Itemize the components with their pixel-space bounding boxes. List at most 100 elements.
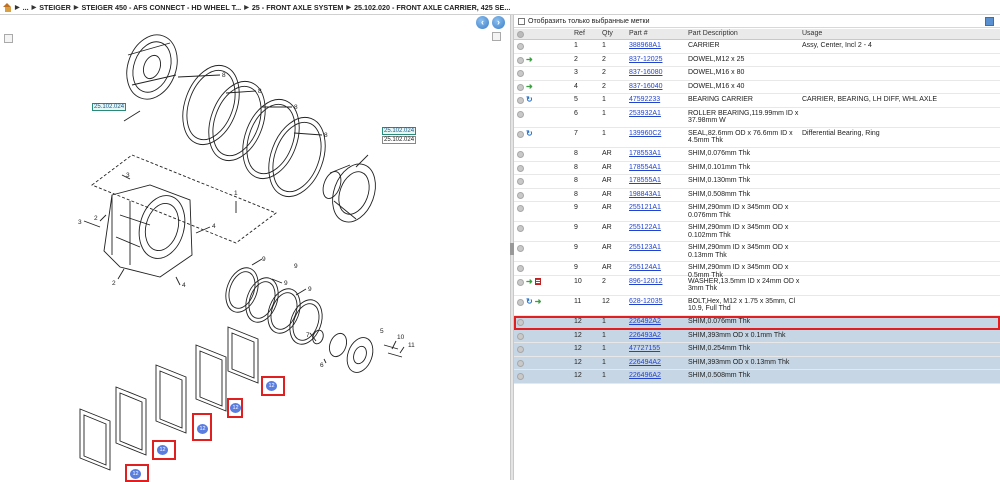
part-number-link[interactable]: 178555A1	[629, 177, 661, 184]
replacement-arrow-icon[interactable]: ➜	[526, 82, 533, 91]
add-to-cart-toggle[interactable]	[517, 191, 524, 199]
add-to-cart-toggle[interactable]	[517, 359, 524, 367]
callout-12-highlight[interactable]: 12	[192, 413, 212, 441]
table-row[interactable]: 8 AR 178553A1 SHIM,0.076mm Thk	[514, 148, 1000, 162]
table-row[interactable]: 8 AR 198843A1 SHIM,0.508mm Thk	[514, 189, 1000, 203]
document-icon[interactable]	[534, 278, 541, 286]
breadcrumb-item[interactable]: 25.102.020 - FRONT AXLE CARRIER, 425 SE.…	[354, 3, 510, 12]
add-to-cart-toggle[interactable]	[517, 178, 524, 186]
table-row[interactable]: 8 AR 178555A1 SHIM,0.130mm Thk	[514, 175, 1000, 189]
add-to-cart-toggle[interactable]	[517, 97, 524, 105]
table-row[interactable]: ↻ 7 1 139960C2 SEAL,82.6mm OD x 76.6mm ID x …	[514, 128, 1000, 148]
breadcrumb-item[interactable]: STEIGER	[39, 3, 71, 12]
add-to-cart-toggle[interactable]	[517, 346, 524, 354]
add-to-cart-toggle[interactable]	[517, 225, 524, 233]
part-number-link[interactable]: 226492A2	[629, 318, 661, 325]
replacement-arrow-icon[interactable]: ➜	[535, 297, 542, 306]
part-number-link[interactable]: 178553A1	[629, 150, 661, 157]
table-row[interactable]: 12 1 226496A2 SHIM,0.508mm Thk	[514, 370, 1000, 384]
part-number-link[interactable]: 255124A1	[629, 264, 661, 271]
replacement-arrow-icon[interactable]: ➜	[526, 55, 533, 64]
part-number-link[interactable]: 837-12025	[629, 56, 662, 63]
table-row[interactable]: ➜ 2 2 837-12025 DOWEL,M12 x 25	[514, 54, 1000, 68]
part-number-link[interactable]: 47727155	[629, 345, 660, 352]
part-number-link[interactable]: 255121A1	[629, 204, 661, 211]
part-number-link[interactable]: 226494A2	[629, 359, 661, 366]
part-number-link[interactable]: 139960C2	[629, 130, 661, 137]
return-arrow-icon[interactable]: ↻	[526, 129, 533, 138]
col-header-part[interactable]: Part #	[629, 29, 688, 37]
add-to-cart-toggle[interactable]	[517, 332, 524, 340]
table-row[interactable]: ➜ 4 2 837-16040 DOWEL,M16 x 40	[514, 81, 1000, 95]
cell-usage	[802, 67, 1000, 69]
col-header-ref[interactable]: Ref	[574, 29, 602, 37]
cell-ref: 12	[574, 372, 582, 380]
add-to-cart-toggle[interactable]	[517, 318, 524, 326]
sub-assembly-link[interactable]: 25.102.024	[382, 127, 417, 135]
table-row[interactable]: 9 AR 255122A1 SHIM,290mm ID x 345mm OD x 0.…	[514, 222, 1000, 243]
table-row[interactable]: 9 AR 255124A1 SHIM,290mm ID x 345mm OD x 0.…	[514, 262, 1000, 279]
part-number-link[interactable]: 628-12035	[629, 298, 662, 305]
breadcrumb-item[interactable]: STEIGER 450 - AFS CONNECT - HD WHEEL T..…	[81, 3, 241, 12]
part-number-link[interactable]: 837-16040	[629, 83, 662, 90]
add-to-cart-toggle[interactable]	[517, 205, 524, 213]
add-to-cart-toggle[interactable]	[517, 245, 524, 253]
add-to-cart-toggle[interactable]	[517, 130, 524, 138]
table-row[interactable]: 8 AR 178554A1 SHIM,0.101mm Thk	[514, 162, 1000, 176]
table-row[interactable]: 6 1 253932A1 ROLLER BEARING,119.99mm ID x 3…	[514, 108, 1000, 128]
add-to-cart-toggle[interactable]	[517, 164, 524, 172]
table-row[interactable]: 12 1 226492A2 SHIM,0.076mm Thk	[514, 315, 1000, 330]
part-number-link[interactable]: 178554A1	[629, 164, 661, 171]
callout-12-highlight[interactable]: 12	[261, 376, 285, 396]
cell-qty: 1	[602, 129, 606, 137]
return-arrow-icon[interactable]: ↻	[526, 297, 533, 306]
add-to-cart-toggle[interactable]	[517, 70, 524, 78]
table-row[interactable]: 12 1 47727155 SHIM,0.254mm Thk	[514, 343, 1000, 357]
select-all-toggle[interactable]	[517, 31, 524, 38]
table-row[interactable]: 12 1 226494A2 SHIM,393mm OD x 0.13mm Thk	[514, 356, 1000, 371]
add-to-cart-toggle[interactable]	[517, 110, 524, 118]
col-header-desc[interactable]: Part Description	[688, 29, 802, 38]
part-number-link[interactable]: 388968A1	[629, 42, 661, 49]
table-row[interactable]: 9 AR 255123A1 SHIM,290mm ID x 345mm OD x 0.…	[514, 242, 1000, 263]
breadcrumb-item[interactable]: ...	[23, 3, 29, 12]
table-row[interactable]: ➜ 10 2 896-12012 WASHER,13.5mm ID x 24mm OD …	[514, 276, 1000, 296]
col-header-qty[interactable]: Qty	[602, 29, 629, 37]
table-row[interactable]: 1 1 388968A1 CARRIER Assy, Center, Incl 2 - …	[514, 40, 1000, 54]
add-to-cart-toggle[interactable]	[517, 56, 524, 64]
part-number-link[interactable]: 226496A2	[629, 372, 661, 379]
home-icon[interactable]	[3, 2, 12, 12]
part-number-link[interactable]: 47592233	[629, 96, 660, 103]
add-to-cart-toggle[interactable]	[517, 265, 524, 273]
return-arrow-icon[interactable]: ↻	[526, 96, 533, 104]
breadcrumb-item[interactable]: 25 - FRONT AXLE SYSTEM	[252, 3, 344, 12]
callout-12-highlight[interactable]: 12	[152, 440, 176, 460]
filter-checkbox[interactable]	[518, 17, 525, 25]
add-to-cart-toggle[interactable]	[517, 373, 524, 381]
part-number-link[interactable]: 198843A1	[629, 191, 661, 198]
add-to-cart-toggle[interactable]	[517, 278, 524, 286]
part-number-link[interactable]: 253932A1	[629, 110, 661, 117]
table-row[interactable]: 9 AR 255121A1 SHIM,290mm ID x 345mm OD x 0.…	[514, 202, 1000, 223]
table-row[interactable]: 3 2 837-16080 DOWEL,M16 x 80	[514, 67, 1000, 81]
col-header-usage[interactable]: Usage	[802, 29, 1000, 38]
table-row[interactable]: 12 1 226493A2 SHIM,393mm OD x 0.1mm Thk	[514, 329, 1000, 344]
add-to-cart-toggle[interactable]	[517, 83, 524, 91]
add-to-cart-toggle[interactable]	[517, 43, 524, 50]
grid-settings-icon[interactable]	[985, 17, 994, 26]
part-number-link[interactable]: 226493A2	[629, 332, 661, 339]
part-number-link[interactable]: 255122A1	[629, 224, 661, 231]
callout-12-highlight[interactable]: 12	[227, 398, 243, 418]
add-to-cart-toggle[interactable]	[517, 150, 524, 158]
add-to-cart-toggle[interactable]	[517, 298, 524, 306]
chevron-right-icon: ▶	[244, 4, 249, 11]
table-row[interactable]: ↻ ➜ 11 12 628-12035 BOLT,Hex, M12 x 1.75 x 35…	[514, 296, 1000, 316]
replacement-arrow-icon[interactable]: ➜	[526, 277, 533, 286]
part-number-link[interactable]: 255123A1	[629, 244, 661, 251]
part-number-link[interactable]: 896-12012	[629, 278, 662, 285]
callout-12-highlight[interactable]: 12	[125, 464, 149, 482]
part-number-link[interactable]: 837-16080	[629, 69, 662, 76]
sub-assembly-link[interactable]: 25.102.024	[92, 103, 127, 111]
table-row[interactable]: ↻ 5 1 47592233 BEARING CARRIER CARRIER, BEARI…	[514, 94, 1000, 108]
cell-description: ROLLER BEARING,119.99mm ID x 37.98mm W	[688, 109, 799, 125]
